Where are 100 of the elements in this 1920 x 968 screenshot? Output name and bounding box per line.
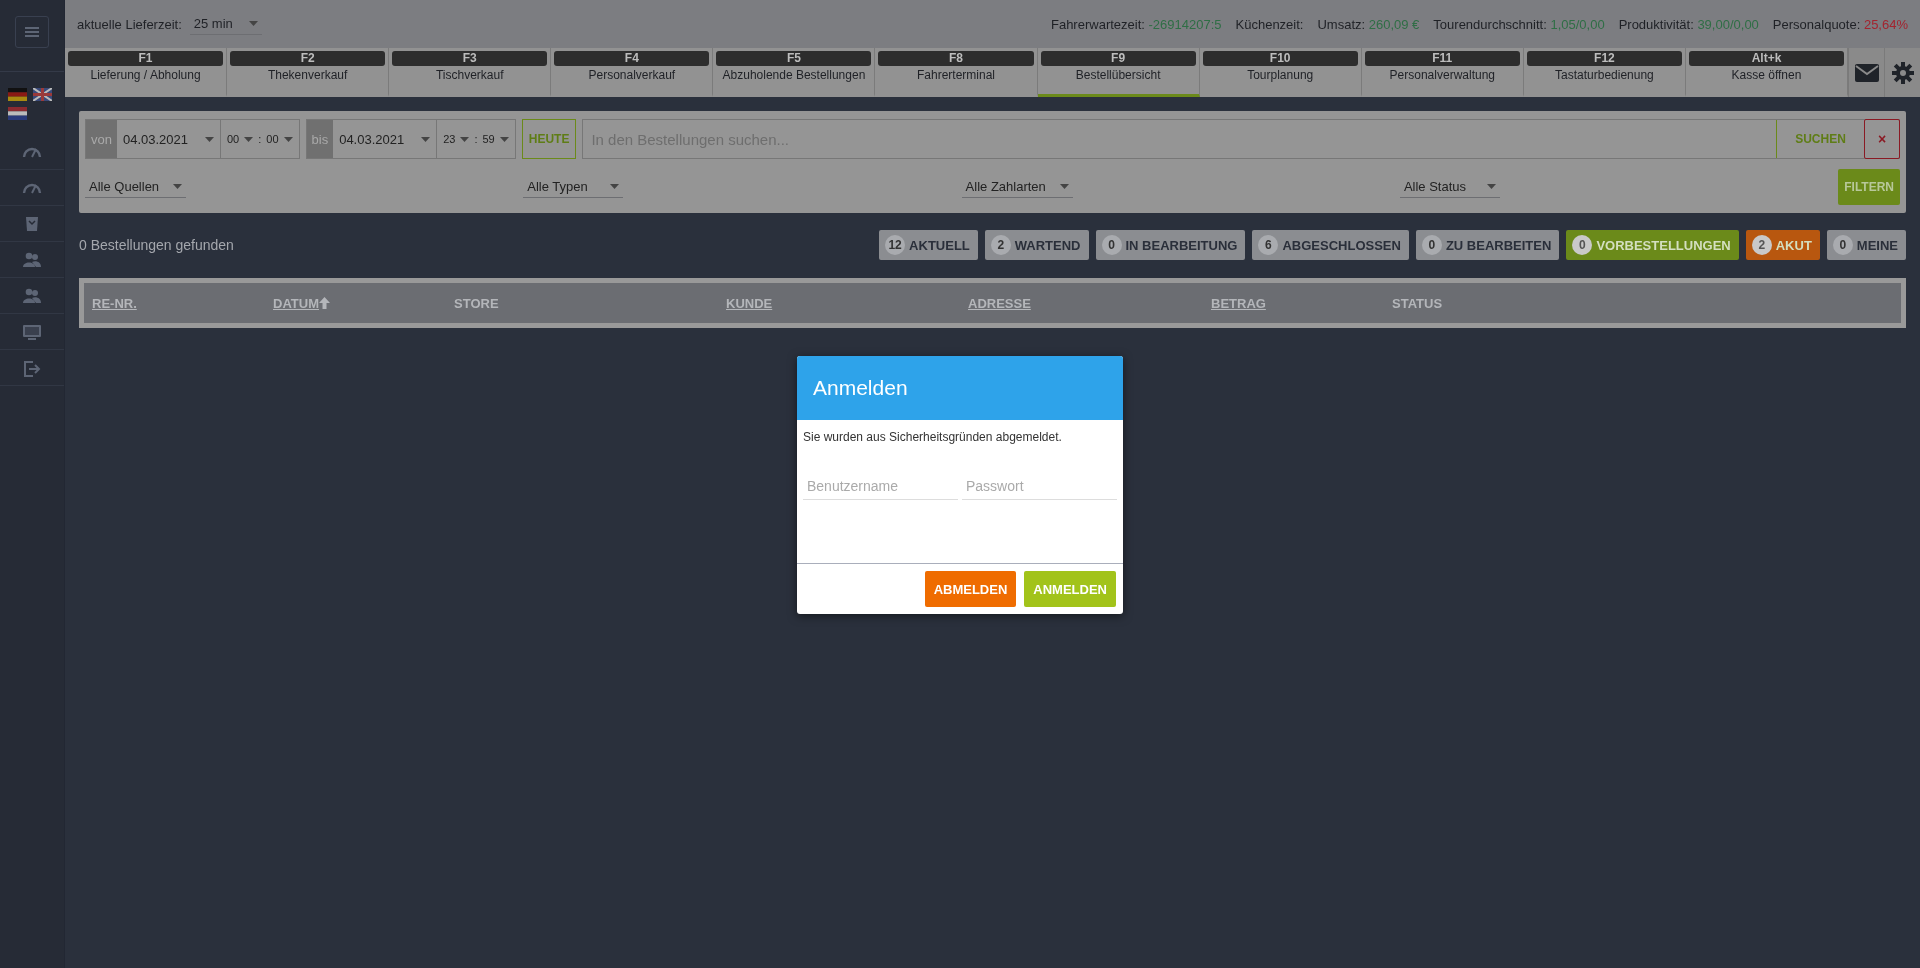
tab[interactable]: F2 Thekenverkauf [227,48,390,97]
column-header: STATUS [1392,295,1443,311]
minute-select[interactable]: 00 [266,133,293,145]
dialog-message: Sie wurden aus Sicherheitsgründen abgemeldet. [803,430,1063,444]
monitor-icon[interactable] [22,322,42,341]
tab[interactable]: F4 Personalverkauf [551,48,714,97]
tab[interactable]: F11 Personalverwaltung [1361,48,1524,97]
tab[interactable]: Alt+k Kasse öffnen [1685,48,1849,97]
caret-icon [283,136,293,142]
settings-icon[interactable] [1891,61,1914,84]
count-badge: 2 [1751,235,1772,255]
status-filter-button[interactable]: 2 WARTEND [984,230,1089,260]
tab-label: Personalverwaltung [1388,68,1496,82]
tab-label: Kasse öffnen [1730,68,1803,82]
tab-label: Abzuholende Bestellungen [721,68,867,82]
sort-arrow-icon [319,297,330,309]
users-icon[interactable] [22,286,42,305]
caret-icon [499,136,509,142]
caret-icon [244,136,254,142]
tab-label: Fahrerterminal [916,68,997,82]
date-range-field[interactable]: von 04.03.2021 00 : 00 [85,119,300,159]
count-badge: 0 [1421,235,1442,255]
minute-select[interactable]: 59 [482,133,509,145]
date-range-field[interactable]: bis 04.03.2021 23 : 59 [305,119,516,159]
date-select[interactable]: 04.03.2021 [333,120,438,158]
shortcut-key-label: F10 [1202,51,1358,66]
stat-text: Personalquote: 25,64% [1772,16,1908,32]
count-badge: 0 [1572,235,1593,255]
tab[interactable]: F9 Bestellübersicht [1037,48,1200,97]
clear-button[interactable]: × [1864,119,1900,159]
flag-icon[interactable] [8,107,27,120]
tab-label: Tastaturbedienung [1554,68,1655,82]
count-badge: 2 [990,235,1011,255]
caret-icon [460,136,470,142]
menu-button[interactable] [15,16,49,48]
stat-text: Fahrerwartezeit: -26914207:5 [1050,16,1222,32]
shortcut-key-label: Alt+k [1688,51,1845,66]
shortcut-key-label: F9 [1040,51,1196,66]
date-select[interactable]: 04.03.2021 [116,120,221,158]
count-badge: 12 [885,235,906,255]
dialog-title: Anmelden [813,376,908,400]
stat-text: Tourendurchschnitt: 1,05/0,00 [1433,16,1605,32]
shortcut-key-label: F2 [230,51,386,66]
filter-dropdown[interactable]: Alle Zahlarten [961,176,1073,198]
caret-icon [421,136,431,142]
caret-icon [204,136,214,142]
count-badge: 6 [1258,235,1279,255]
tab-label: Tischverkauf [434,68,505,82]
status-filter-button[interactable]: 12 AKTUELL [879,230,978,260]
result-count: 0 Bestellungen gefunden [79,237,234,253]
tab[interactable]: F5 Abzuholende Bestellungen [713,48,876,97]
shortcut-key-label: F3 [392,51,548,66]
tab-label: Tourplanung [1246,68,1315,82]
time-separator: : [474,133,478,145]
shortcut-key-label: F8 [878,51,1034,66]
filter-dropdown[interactable]: Alle Status [1399,176,1500,198]
status-filter-button[interactable]: 2 AKUT [1745,230,1820,260]
hour-select[interactable]: 00 [226,133,254,145]
stat-text: Umsatz: 260,09 € [1317,16,1420,32]
caret-icon [1059,184,1069,189]
tab[interactable]: F10 Tourplanung [1199,48,1362,97]
tab-label: Thekenverkauf [266,68,349,82]
date-prefix-label: von [86,120,117,158]
status-filter-button[interactable]: 0 ZU BEARBEITEN [1415,230,1560,260]
count-badge: 0 [1832,235,1853,255]
time-separator: : [258,133,262,145]
status-filter-button[interactable]: 0 VORBESTELLUNGEN [1566,230,1739,260]
logout-button[interactable]: ABMELDEN [924,571,1017,607]
tab-label: Bestellübersicht [1074,68,1162,82]
tab[interactable]: F3 Tischverkauf [389,48,552,97]
shortcut-key-label: F12 [1526,51,1682,66]
hour-select[interactable]: 23 [443,133,470,145]
filter-dropdown[interactable]: Alle Quellen [85,176,187,198]
caret-icon [173,184,183,189]
stat-text: Küchenzeit: [1235,16,1304,32]
tab-label: Personalverkauf [587,68,677,82]
tab[interactable]: F12 Tastaturbedienung [1523,48,1686,97]
status-filter-button[interactable]: 6 ABGESCHLOSSEN [1252,230,1409,260]
menu-icon [25,27,39,37]
tab[interactable]: F1 Lieferung / Abholung [65,48,228,97]
caret-icon [610,184,620,189]
mail-icon[interactable] [1854,63,1879,82]
shortcut-key-label: F5 [716,51,872,66]
flag-icon[interactable] [8,88,27,101]
filter-dropdown[interactable]: Alle Typen [523,176,624,198]
column-header: STORE [454,295,499,311]
logout-icon[interactable] [22,358,42,377]
status-filter-button[interactable]: 0 MEINE [1826,230,1906,260]
caret-icon [1486,184,1496,189]
shortcut-key-label: F4 [554,51,710,66]
flag-icon[interactable] [33,88,52,101]
stat-text: Produktivität: 39,00/0,00 [1618,16,1759,32]
tab-label: Lieferung / Abholung [89,68,202,82]
delivery-time-select[interactable]: 25 min [189,13,262,35]
date-prefix-label: bis [306,120,334,158]
tab[interactable]: F8 Fahrerterminal [875,48,1038,97]
caret-icon [248,21,258,26]
shortcut-key-label: F1 [68,51,224,66]
users-icon[interactable] [22,250,42,269]
status-filter-button[interactable]: 0 IN BEARBEITUNG [1095,230,1246,260]
